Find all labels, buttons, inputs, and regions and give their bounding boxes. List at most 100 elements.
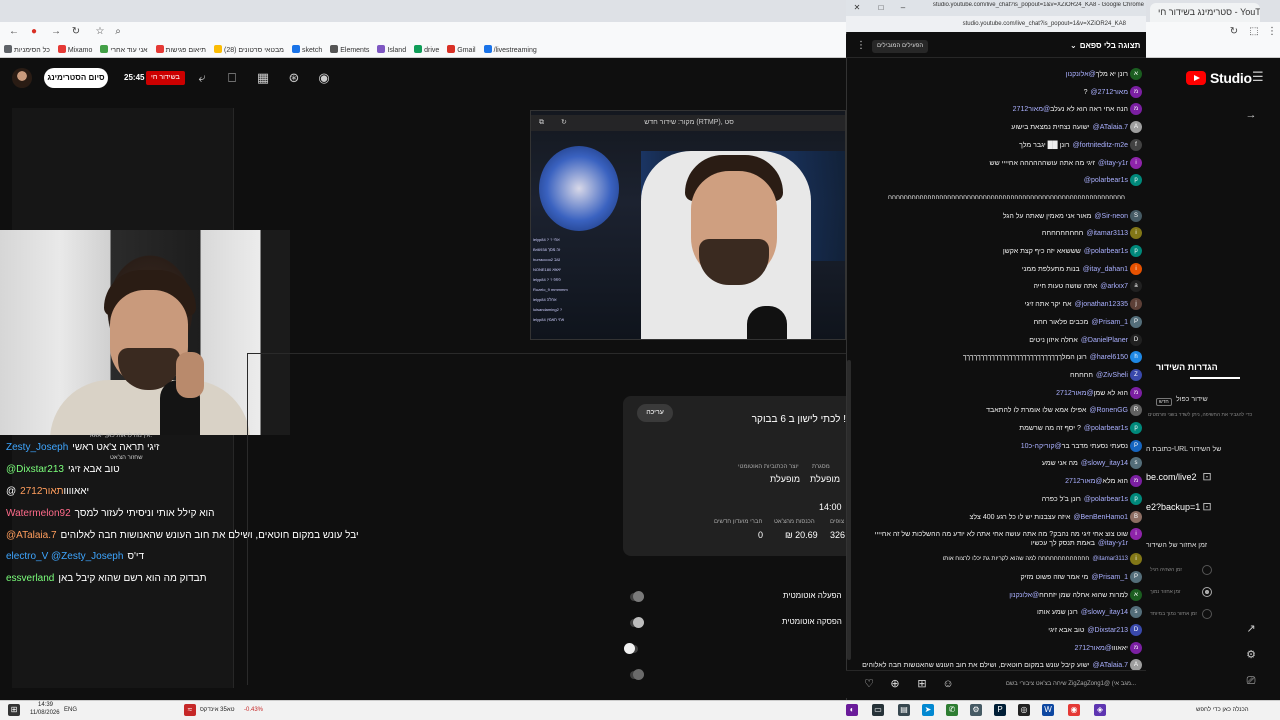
chat-message[interactable]: מאור אני מאמין שאתה על הגל @Sir-neon S [858, 209, 1142, 222]
chat-avatar[interactable]: i [1130, 227, 1142, 240]
setting-toggle[interactable] [630, 669, 644, 680]
maximize-window-icon[interactable]: □ [876, 3, 886, 13]
bookmark-item[interactable]: תיאום פגישות [155, 45, 206, 54]
chat-username[interactable]: @itay-y1r [1098, 160, 1128, 167]
chat-avatar[interactable]: p [1130, 422, 1142, 434]
chat-username[interactable]: @jonathan12335 [1075, 301, 1128, 308]
avatar[interactable] [12, 68, 32, 88]
chat-message[interactable]: שששאא יזה כיף קצת אקשן @polarbear1s p [858, 245, 1142, 257]
more-options-icon[interactable]: ⋮ [856, 40, 866, 52]
tune-icon[interactable]: ⊛ [286, 70, 302, 86]
chat-message[interactable]: מה אני שמע @slowy_itay14 s [858, 457, 1142, 470]
word-icon[interactable]: W [1042, 704, 1054, 716]
refresh-icon[interactable]: ↻ [1228, 26, 1240, 38]
chat-avatar[interactable]: Z [1130, 368, 1142, 381]
chat-message[interactable]: איזה עצבנות יש לו כל רגע 400 צלצ @BenBenH… [858, 510, 1142, 523]
copy-icon[interactable]: ⧉ [539, 115, 544, 131]
bookmark-icon[interactable]: ⎕ [224, 70, 240, 86]
chat-message[interactable]: רונן שמע אותו @slowy_itay14 s [858, 606, 1142, 619]
chat-message[interactable]: @polarbear1s p [858, 174, 1142, 187]
chat-avatar[interactable]: p [1130, 174, 1142, 187]
chat-scrollbar[interactable] [847, 360, 851, 660]
chat-username[interactable]: @polarbear1s [1084, 177, 1128, 184]
bookmark-item[interactable]: כל הסימניות [4, 45, 50, 54]
chat-message[interactable]: הוא לא שמן@מאור2712 מ [858, 386, 1142, 399]
discord-icon[interactable]: ◈ [1094, 704, 1106, 716]
chat-avatar[interactable]: p [1130, 245, 1142, 257]
lock-icon[interactable]: ⊡ [1200, 470, 1214, 484]
chat-avatar[interactable]: P [1130, 315, 1142, 328]
chat-message[interactable]: נסעתי נסעתי מדבר בר@קוריקה-כ10 P [858, 439, 1142, 452]
refresh-icon[interactable]: ↻ [561, 115, 567, 131]
chat-avatar[interactable]: j [1130, 298, 1142, 311]
feedback-icon[interactable]: ⎚ [1244, 674, 1258, 688]
arrow-right-icon[interactable]: → [1244, 108, 1258, 122]
chat-message[interactable]: בנות מתעלפת ממני @itay_dahan1 i [858, 262, 1142, 275]
close-window-icon[interactable]: ✕ [852, 3, 862, 13]
chat-username[interactable]: @קוריקה-כ10 [1021, 443, 1062, 450]
chat-username[interactable]: @itay-y1r [1098, 540, 1128, 547]
bookmark-item[interactable]: אני עוד אחרי [100, 45, 148, 54]
hamburger-icon[interactable]: ☰ [1252, 70, 1266, 84]
chat-username[interactable]: @itay_dahan1 [1083, 266, 1128, 273]
latency-option[interactable]: זמן אחזור נמוך [1150, 589, 1180, 595]
obs-icon[interactable]: ◎ [1018, 704, 1030, 716]
language-indicator[interactable]: ENG [64, 707, 77, 713]
chat-message[interactable]: למרות שהוא אחלה שמן יזחחח@אלונקנון א [858, 588, 1142, 601]
chat-avatar[interactable]: R [1130, 404, 1142, 417]
chat-message[interactable]: חחחחחחחחחחחחח למה שהוא לקריות גת יכלו לר… [858, 553, 1142, 566]
chat-message[interactable]: טוב אבא זיגי @Dixstar213 D [858, 624, 1142, 636]
chat-username[interactable]: @ZivSheli [1096, 372, 1128, 379]
chat-avatar[interactable]: A [1130, 121, 1142, 134]
chat-message[interactable]: חחחחח @ZivSheli Z [858, 368, 1142, 381]
chat-message[interactable]: שוט צוצ אחי זיגי מה נהבק? מה אתה עושה אח… [858, 528, 1142, 548]
chat-username[interactable]: @ATalaia.7 [1093, 124, 1128, 131]
chat-username[interactable]: @מאור2712 [1091, 89, 1128, 96]
chat-avatar[interactable]: s [1130, 457, 1142, 470]
chat-username[interactable]: @Prisam_1 [1091, 574, 1128, 581]
edit-button[interactable]: עריכה [637, 404, 673, 422]
telegram-icon[interactable]: ➤ [922, 704, 934, 716]
latency-option[interactable]: זמן אחזור נמוך במיוחד [1150, 611, 1197, 617]
chat-username[interactable]: @Prisam_1 [1091, 319, 1128, 326]
lock-icon[interactable]: ⊡ [1200, 500, 1214, 514]
end-stream-button[interactable]: סיום הסטרימינג [44, 68, 108, 88]
studio-logo[interactable]: Studio [1186, 68, 1252, 88]
bookmark-item[interactable]: /livestreaming [483, 45, 537, 54]
latency-radio[interactable] [1202, 609, 1212, 619]
latency-radio[interactable] [1202, 565, 1212, 575]
terminal-icon[interactable]: ▭ [872, 704, 884, 716]
auto-start-toggle[interactable] [630, 591, 644, 602]
back-icon[interactable]: ← [8, 26, 20, 38]
chat-username[interactable]: @אלונקנון [1066, 71, 1096, 78]
chat-avatar[interactable]: מ [1130, 85, 1142, 98]
chat-username[interactable]: @מאור2712 [1065, 478, 1102, 485]
chat-input[interactable]: שיחה בצ'אט ציבורי בשם ZigZagZong1@ (מגב … [960, 677, 1136, 691]
chat-username[interactable]: @Sir-neon [1094, 213, 1128, 220]
search-icon[interactable]: ⌕ [112, 26, 124, 38]
forward-icon[interactable]: → [50, 26, 62, 38]
windows-start-icon[interactable]: ⊞ [8, 704, 20, 716]
chat-username[interactable]: @harel6150 [1090, 354, 1128, 361]
bookmark-item[interactable]: Island [377, 45, 406, 54]
bookmark-item[interactable]: sketch [291, 45, 322, 54]
bookmark-item[interactable]: Elements [330, 45, 369, 54]
emoji-icon[interactable]: ☺ [941, 677, 955, 691]
reload-icon[interactable]: ↻ [70, 26, 82, 38]
top-fans-badge[interactable]: הפעילים המובילים [872, 40, 929, 53]
chat-avatar[interactable]: i [1130, 262, 1142, 275]
chat-avatar[interactable]: מ [1130, 641, 1142, 654]
chat-avatar[interactable]: i [1130, 156, 1142, 169]
gear-icon[interactable]: ⚙ [1244, 648, 1258, 662]
chat-message[interactable]: מי אמר שזה פשוט מזיק @Prisam_1 P [858, 570, 1142, 583]
minimize-window-icon[interactable]: – [898, 3, 908, 13]
chat-message[interactable]: חחחחחחחחח @itamar3113 i [858, 227, 1142, 240]
chat-message[interactable]: רונן ██ יגבר מלך @fortniteditz-m2e f [858, 138, 1142, 151]
chat-avatar[interactable]: p [1130, 492, 1142, 505]
chat-message[interactable]: הוא מלא@מאור2712 מ [858, 475, 1142, 488]
stop-icon[interactable]: ● [28, 26, 40, 38]
chat-username[interactable]: @itamar3113 [1086, 230, 1128, 237]
chat-username[interactable]: @ATalaia.7 [1093, 662, 1128, 669]
bookmark-item[interactable]: מבטאי סרטונים (28) [213, 45, 284, 54]
menu-dots-icon[interactable]: ⋮ [1266, 26, 1278, 38]
